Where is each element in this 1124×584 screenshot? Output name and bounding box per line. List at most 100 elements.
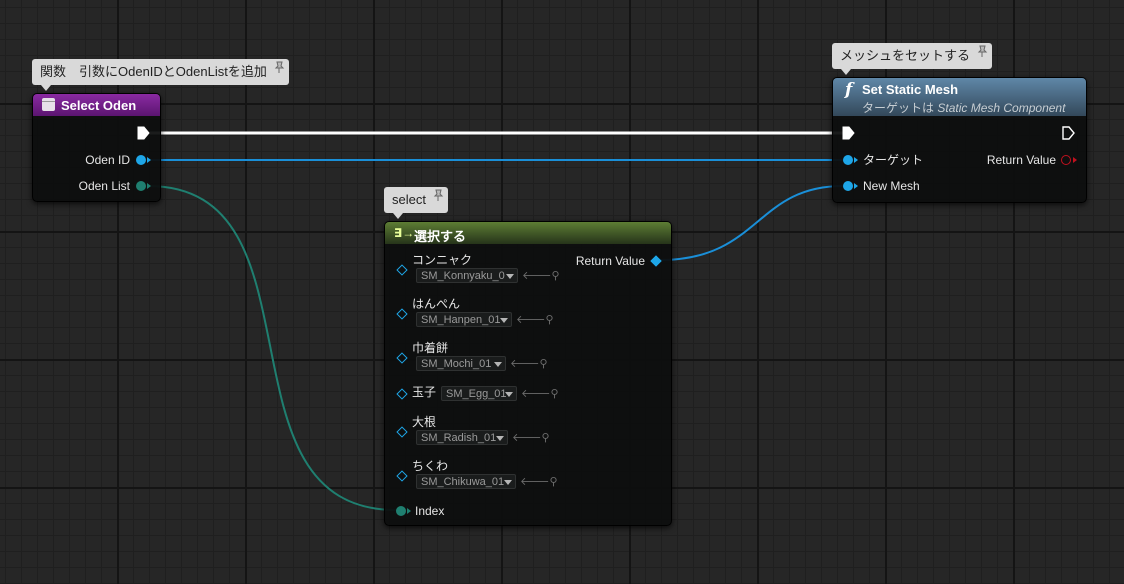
comment-text: select <box>392 192 426 207</box>
option-row: 巾着餅 SM_Mochi_01 🡐⚲ <box>385 340 585 380</box>
node-title: Set Static Mesh <box>862 82 959 97</box>
pin-arrow-icon <box>147 183 151 189</box>
arrow-left-icon[interactable]: 🡐 <box>520 476 550 488</box>
oden-list-output-pin[interactable] <box>136 181 146 191</box>
arrow-left-icon[interactable]: 🡐 <box>521 388 551 400</box>
option-row: 玉子 SM_Egg_01 🡐⚲ <box>385 384 585 408</box>
option-input-pin[interactable] <box>396 470 408 482</box>
oden-list-to-index-wire <box>147 185 397 511</box>
dropdown-value: SM_Radish_01 <box>421 432 497 444</box>
comment-text: メッシュをセットする <box>840 48 971 63</box>
option-label: 大根 <box>412 415 437 429</box>
node-header[interactable]: Select Oden <box>33 94 160 116</box>
return-value-output-pin[interactable] <box>1061 155 1071 165</box>
mesh-asset-dropdown[interactable]: SM_Chikuwa_01 <box>416 474 516 489</box>
option-input-pin[interactable] <box>396 426 408 438</box>
pin-arrow-icon <box>407 508 411 514</box>
function-entry-icon <box>42 98 55 111</box>
node-title: 選択する <box>414 229 467 244</box>
chevron-down-icon <box>504 480 512 485</box>
asset-action-icons: 🡐⚲ <box>521 386 559 400</box>
option-label: 玉子 <box>412 385 437 399</box>
chevron-down-icon <box>505 392 513 397</box>
index-input-pin[interactable] <box>396 506 406 516</box>
new-mesh-input-pin[interactable] <box>843 181 853 191</box>
chevron-down-icon <box>506 274 514 279</box>
option-row: コンニャク SM_Konnyaku_0 🡐⚲ <box>385 252 585 292</box>
magnifier-icon[interactable]: ⚲ <box>546 314 554 326</box>
node-subtitle: ターゲットは Static Mesh Component <box>862 99 1065 116</box>
set-static-mesh-node[interactable]: f Set Static Mesh ターゲットは Static Mesh Com… <box>832 77 1087 203</box>
select-node[interactable]: ∃→ 選択する Return Value コンニャク SM_Konnyaku_0… <box>384 221 672 526</box>
option-row: ちくわ SM_Chikuwa_01 🡐⚲ <box>385 458 585 498</box>
return-value-to-new-mesh-wire <box>659 185 844 261</box>
subtitle-prefix: ターゲットは <box>862 101 935 115</box>
pin-label-return-value: Return Value <box>986 153 1056 167</box>
asset-action-icons: 🡐⚲ <box>510 356 548 370</box>
comment-bubble-select-oden[interactable]: 関数 引数にOdenIDとOdenListを追加 <box>32 59 289 91</box>
node-header[interactable]: f Set Static Mesh ターゲットは Static Mesh Com… <box>833 78 1086 116</box>
option-input-pin[interactable] <box>396 388 408 400</box>
asset-action-icons: 🡐⚲ <box>520 474 558 488</box>
mesh-asset-dropdown[interactable]: SM_Radish_01 <box>416 430 508 445</box>
magnifier-icon[interactable]: ⚲ <box>552 270 560 282</box>
pin-arrow-icon <box>147 157 151 163</box>
node-header[interactable]: ∃→ 選択する <box>385 222 671 244</box>
option-input-pin[interactable] <box>396 308 408 320</box>
pin-label-new-mesh: New Mesh <box>863 179 920 193</box>
pin-label-oden-list: Oden List <box>78 179 130 193</box>
option-label: コンニャク <box>412 253 473 267</box>
dropdown-value: SM_Mochi_01 <box>421 358 492 370</box>
mesh-asset-dropdown[interactable]: SM_Mochi_01 <box>416 356 506 371</box>
oden-id-output-pin[interactable] <box>136 155 146 165</box>
pin-comment-icon[interactable] <box>274 61 285 75</box>
mesh-asset-dropdown[interactable]: SM_Hanpen_01 <box>416 312 512 327</box>
option-row: 大根 SM_Radish_01 🡐⚲ <box>385 414 585 454</box>
asset-action-icons: 🡐⚲ <box>516 312 554 326</box>
dropdown-value: SM_Konnyaku_0 <box>421 270 505 282</box>
dropdown-value: SM_Egg_01 <box>446 388 507 400</box>
pin-arrow-icon <box>1073 157 1077 163</box>
comment-text: 関数 引数にOdenIDとOdenListを追加 <box>40 64 267 79</box>
return-value-output-pin[interactable] <box>650 255 662 267</box>
option-label: 巾着餅 <box>412 341 449 355</box>
magnifier-icon[interactable]: ⚲ <box>550 476 558 488</box>
pin-arrow-icon <box>854 157 858 163</box>
arrow-left-icon[interactable]: 🡐 <box>510 358 540 370</box>
arrow-left-icon[interactable]: 🡐 <box>516 314 546 326</box>
comment-bubble-set-mesh[interactable]: メッシュをセットする <box>832 43 993 75</box>
pin-label-oden-id: Oden ID <box>85 153 130 167</box>
option-input-pin[interactable] <box>396 264 408 276</box>
magnifier-icon[interactable]: ⚲ <box>551 388 559 400</box>
comment-bubble-select[interactable]: select <box>384 187 448 219</box>
pin-comment-icon[interactable] <box>977 45 988 59</box>
chevron-down-icon <box>494 362 502 367</box>
option-label: ちくわ <box>412 459 449 473</box>
option-row: はんぺん SM_Hanpen_01 🡐⚲ <box>385 296 585 336</box>
arrow-left-icon[interactable]: 🡐 <box>522 270 552 282</box>
magnifier-icon[interactable]: ⚲ <box>540 358 548 370</box>
node-title: Select Oden <box>61 98 137 113</box>
mesh-asset-dropdown[interactable]: SM_Konnyaku_0 <box>416 268 518 283</box>
pin-label-index: Index <box>415 504 445 518</box>
magnifier-icon[interactable]: ⚲ <box>542 432 550 444</box>
dropdown-value: SM_Hanpen_01 <box>421 314 501 326</box>
asset-action-icons: 🡐⚲ <box>522 268 560 282</box>
pin-arrow-icon <box>854 183 858 189</box>
arrow-left-icon[interactable]: 🡐 <box>512 432 542 444</box>
chevron-down-icon <box>500 318 508 323</box>
option-label: はんぺん <box>412 297 461 311</box>
target-input-pin[interactable] <box>843 155 853 165</box>
exec-pin-icon <box>842 126 855 140</box>
mesh-asset-dropdown[interactable]: SM_Egg_01 <box>441 386 517 401</box>
pin-comment-icon[interactable] <box>433 189 444 203</box>
subtitle-class: Static Mesh Component <box>937 101 1066 115</box>
select-oden-node[interactable]: Select Oden Oden ID Oden List <box>32 93 161 202</box>
function-f-icon: f <box>845 80 853 100</box>
pin-label-target: ターゲット <box>863 153 924 167</box>
exec-pin-icon <box>1062 126 1075 140</box>
option-input-pin[interactable] <box>396 352 408 364</box>
exec-pin-icon <box>137 126 150 140</box>
select-icon: ∃→ <box>394 226 415 240</box>
asset-action-icons: 🡐⚲ <box>512 430 550 444</box>
